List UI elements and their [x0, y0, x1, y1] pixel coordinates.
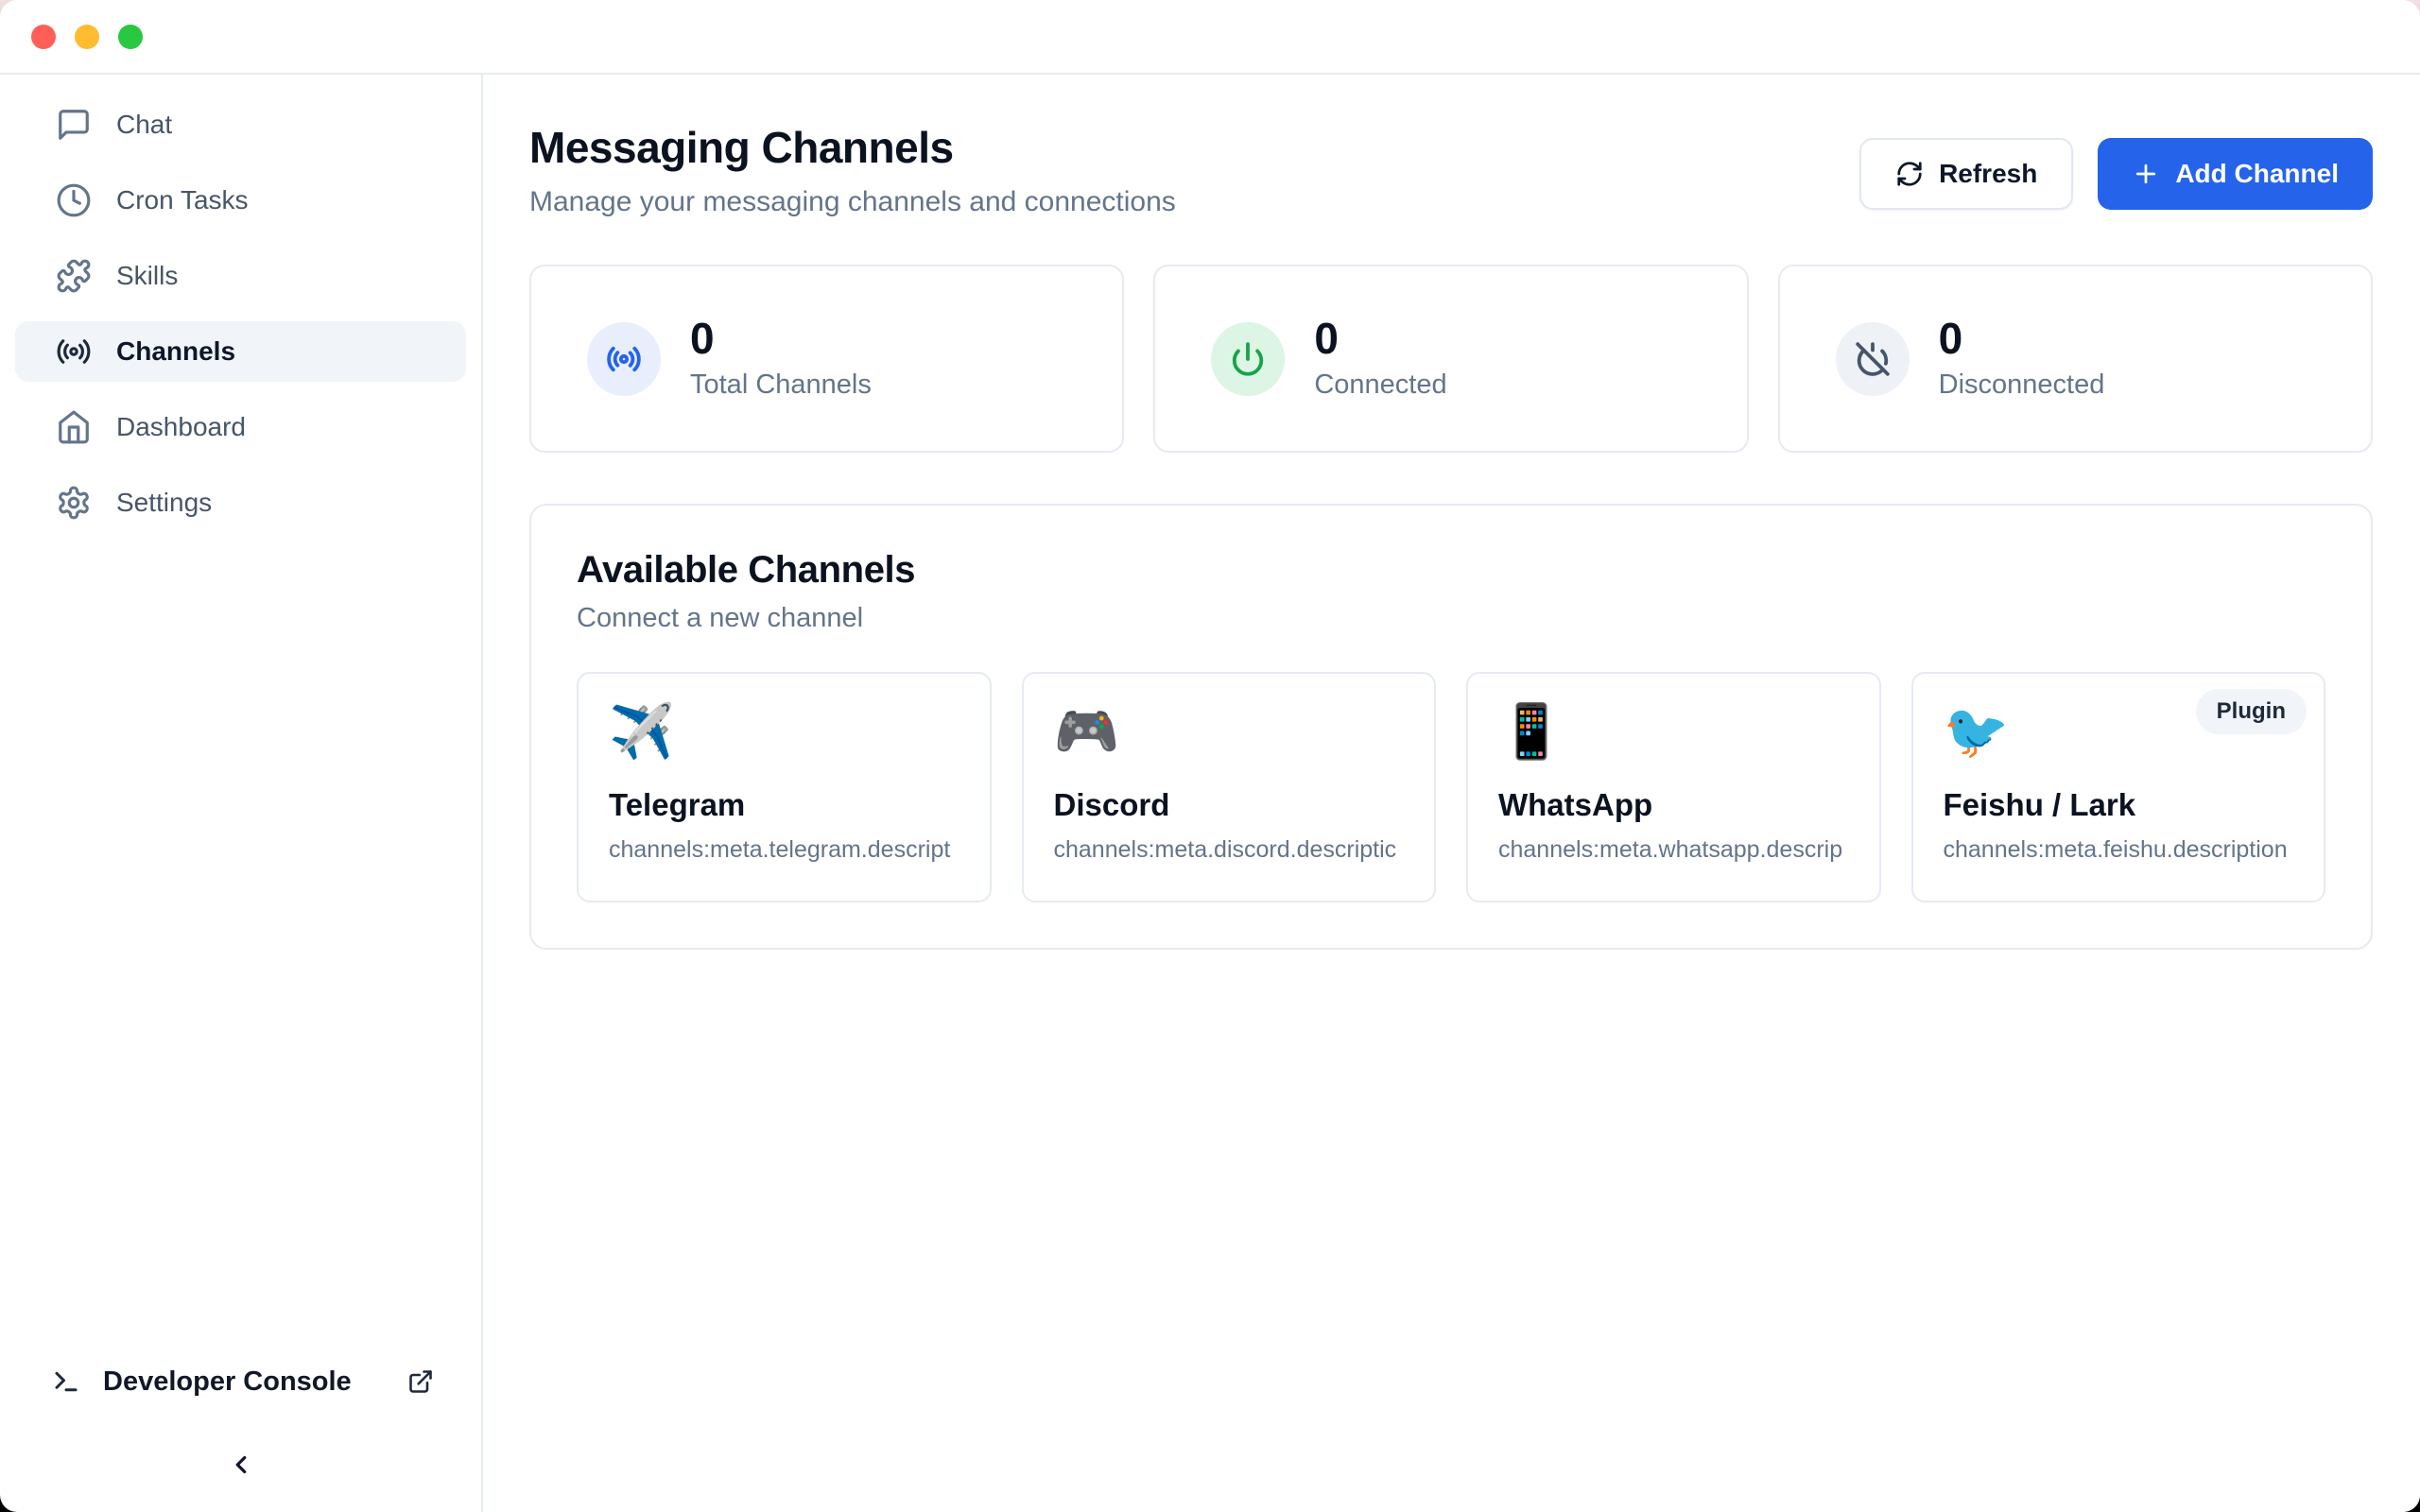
stat-card-connected: 0 Connected	[1153, 265, 1748, 453]
channel-meta: channels:meta.telegram.descript	[609, 836, 959, 864]
sidebar-item-channels[interactable]: Channels	[15, 321, 466, 382]
refresh-button-label: Refresh	[1939, 159, 2037, 189]
stat-value: 0	[1314, 317, 1446, 360]
chevron-left-icon	[227, 1451, 255, 1479]
sidebar-item-label: Cron Tasks	[116, 185, 249, 215]
telegram-emoji-icon: ✈️	[609, 698, 959, 765]
sidebar-item-skills[interactable]: Skills	[15, 246, 466, 306]
stat-bubble	[1211, 322, 1285, 396]
channel-card-whatsapp[interactable]: 📱 WhatsApp channels:meta.whatsapp.descri…	[1466, 672, 1881, 902]
channel-name: Discord	[1054, 787, 1405, 823]
stat-value: 0	[690, 317, 872, 360]
discord-emoji-icon: 🎮	[1054, 698, 1405, 765]
channel-card-discord[interactable]: 🎮 Discord channels:meta.discord.descript…	[1022, 672, 1437, 902]
sidebar-footer: Developer Console	[0, 1359, 481, 1512]
terminal-icon	[52, 1367, 80, 1396]
refresh-button[interactable]: Refresh	[1859, 138, 2073, 210]
sidebar-item-dashboard[interactable]: Dashboard	[15, 397, 466, 457]
chat-icon	[56, 107, 92, 143]
minimize-window-button[interactable]	[75, 25, 99, 49]
developer-console-label: Developer Console	[103, 1366, 385, 1398]
stat-text: 0 Disconnected	[1939, 317, 2105, 401]
stat-label: Disconnected	[1939, 369, 2105, 401]
available-channels-title: Available Channels	[577, 549, 2325, 592]
channel-meta: channels:meta.whatsapp.descrip	[1498, 836, 1849, 864]
stat-text: 0 Total Channels	[690, 317, 872, 401]
titlebar	[0, 0, 2420, 75]
channel-card-feishu-lark[interactable]: Plugin 🐦 Feishu / Lark channels:meta.fei…	[1911, 672, 2326, 902]
stat-bubble	[587, 322, 661, 396]
plus-icon	[2132, 160, 2160, 188]
clock-icon	[56, 182, 92, 218]
sidebar-item-label: Chat	[116, 110, 172, 140]
refresh-icon	[1895, 160, 1924, 188]
close-window-button[interactable]	[31, 25, 56, 49]
zoom-window-button[interactable]	[118, 25, 143, 49]
sidebar: Chat Cron Tasks Skills	[0, 75, 483, 1512]
available-channels-section: Available Channels Connect a new channel…	[529, 504, 2373, 950]
whatsapp-emoji-icon: 📱	[1498, 698, 1849, 765]
stats-row: 0 Total Channels 0 Connected	[529, 265, 2373, 453]
broadcast-icon	[56, 334, 92, 369]
sidebar-item-chat[interactable]: Chat	[15, 94, 466, 155]
add-channel-button[interactable]: Add Channel	[2098, 138, 2373, 210]
stat-value: 0	[1939, 317, 2105, 360]
page-header: Messaging Channels Manage your messaging…	[529, 122, 2373, 218]
traffic-lights	[31, 25, 143, 49]
stat-label: Total Channels	[690, 369, 872, 401]
channel-meta: channels:meta.discord.descriptic	[1054, 836, 1405, 864]
stat-card-total-channels: 0 Total Channels	[529, 265, 1124, 453]
sidebar-item-cron-tasks[interactable]: Cron Tasks	[15, 170, 466, 231]
stat-label: Connected	[1314, 369, 1446, 401]
page-title: Messaging Channels	[529, 122, 1176, 173]
broadcast-icon	[606, 341, 642, 377]
sidebar-item-label: Channels	[116, 336, 235, 367]
stat-bubble	[1836, 322, 1910, 396]
plugin-badge: Plugin	[2196, 689, 2307, 734]
page-header-text: Messaging Channels Manage your messaging…	[529, 122, 1176, 218]
power-off-icon	[1855, 341, 1891, 377]
add-channel-button-label: Add Channel	[2175, 159, 2339, 189]
stat-text: 0 Connected	[1314, 317, 1446, 401]
sidebar-nav: Chat Cron Tasks Skills	[0, 94, 481, 533]
channel-meta: channels:meta.feishu.description	[1944, 836, 2294, 864]
channel-name: WhatsApp	[1498, 787, 1849, 823]
sidebar-item-label: Dashboard	[116, 412, 246, 442]
sidebar-collapse-button[interactable]	[220, 1444, 262, 1486]
gear-icon	[56, 485, 92, 521]
page-subtitle: Manage your messaging channels and conne…	[529, 186, 1176, 218]
sidebar-item-label: Skills	[116, 261, 178, 291]
channel-name: Feishu / Lark	[1944, 787, 2294, 823]
sidebar-item-settings[interactable]: Settings	[15, 472, 466, 533]
developer-console-link[interactable]: Developer Console	[0, 1359, 481, 1404]
channel-card-telegram[interactable]: ✈️ Telegram channels:meta.telegram.descr…	[577, 672, 992, 902]
app-window: Chat Cron Tasks Skills	[0, 0, 2420, 1512]
header-actions: Refresh Add Channel	[1859, 138, 2373, 210]
channel-name: Telegram	[609, 787, 959, 823]
power-icon	[1230, 341, 1266, 377]
main-content: Messaging Channels Manage your messaging…	[483, 75, 2420, 1512]
channel-grid: ✈️ Telegram channels:meta.telegram.descr…	[577, 672, 2325, 902]
home-icon	[56, 409, 92, 445]
stat-card-disconnected: 0 Disconnected	[1778, 265, 2373, 453]
sidebar-item-label: Settings	[116, 488, 212, 518]
external-link-icon	[407, 1368, 434, 1395]
available-channels-subtitle: Connect a new channel	[577, 603, 2325, 634]
puzzle-icon	[56, 258, 92, 294]
